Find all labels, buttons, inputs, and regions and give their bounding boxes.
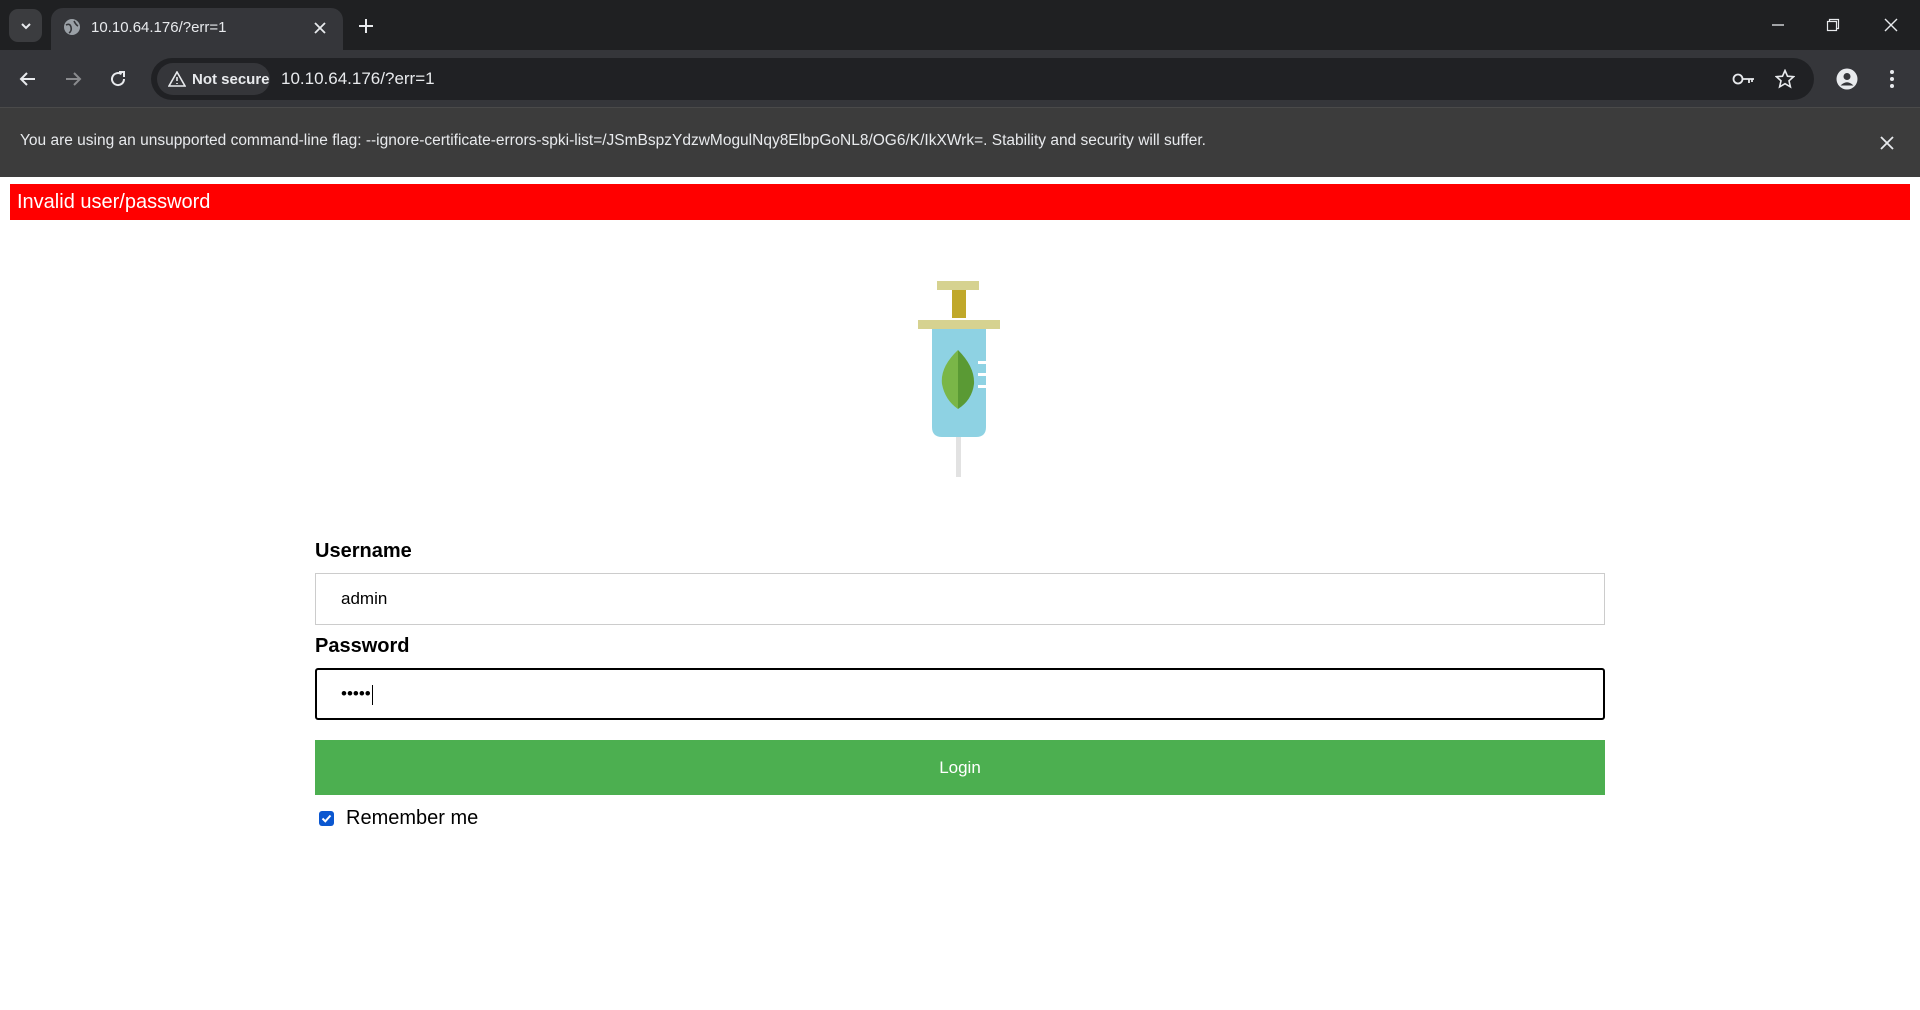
tab-strip: 10.10.64.176/?err=1 <box>0 0 1920 50</box>
close-icon <box>1880 136 1894 150</box>
key-icon <box>1732 73 1754 85</box>
plus-icon <box>359 19 373 33</box>
back-button[interactable] <box>12 63 44 95</box>
password-value: ••••• <box>341 684 371 703</box>
unsupported-flag-infobar: You are using an unsupported command-lin… <box>0 107 1920 177</box>
address-bar[interactable]: Not secure 10.10.64.176/?err=1 <box>151 58 1814 100</box>
error-banner: Invalid user/password <box>10 184 1910 220</box>
close-window-button[interactable] <box>1875 10 1907 40</box>
remember-me-checkbox[interactable] <box>319 810 334 826</box>
restore-icon <box>1826 18 1840 32</box>
tab-search-button[interactable] <box>9 9 42 42</box>
reload-icon <box>111 71 126 87</box>
username-input[interactable]: admin <box>315 573 1605 625</box>
infobar-close-button[interactable] <box>1874 130 1900 156</box>
remember-me-row: Remember me <box>319 806 478 830</box>
reload-button[interactable] <box>102 63 134 95</box>
checkmark-icon <box>321 814 332 823</box>
profile-icon <box>1836 68 1858 90</box>
minimize-button[interactable] <box>1762 10 1794 40</box>
username-label: Username <box>315 540 412 562</box>
browser-tab[interactable]: 10.10.64.176/?err=1 <box>51 8 343 50</box>
forward-button[interactable] <box>57 63 89 95</box>
infobar-message: You are using an unsupported command-lin… <box>20 132 1206 149</box>
close-icon <box>314 22 326 34</box>
restore-button[interactable] <box>1817 10 1849 40</box>
chevron-down-icon <box>20 22 31 29</box>
password-label: Password <box>315 635 410 657</box>
syringe-leaf-logo <box>918 281 1000 477</box>
login-button[interactable]: Login <box>315 740 1605 795</box>
new-tab-button[interactable] <box>354 14 378 38</box>
url-text[interactable]: 10.10.64.176/?err=1 <box>281 69 435 89</box>
menu-dots-icon <box>1890 70 1894 88</box>
password-input[interactable]: ••••• <box>315 668 1605 720</box>
browser-toolbar: Not secure 10.10.64.176/?err=1 <box>0 50 1920 107</box>
minimize-icon <box>1772 24 1784 26</box>
text-caret <box>371 684 373 705</box>
close-icon <box>1884 18 1898 32</box>
warning-icon <box>168 71 186 87</box>
remember-me-label[interactable]: Remember me <box>346 807 478 830</box>
bookmark-button[interactable] <box>1773 67 1797 91</box>
tab-title: 10.10.64.176/?err=1 <box>91 19 227 36</box>
password-key-button[interactable] <box>1732 67 1756 91</box>
security-chip[interactable]: Not secure <box>157 63 270 95</box>
security-label: Not secure <box>192 70 270 88</box>
forward-arrow-icon <box>66 72 82 86</box>
profile-button[interactable] <box>1831 63 1863 95</box>
back-arrow-icon <box>19 72 35 86</box>
tab-close-button[interactable] <box>309 17 331 39</box>
browser-menu-button[interactable] <box>1876 63 1908 95</box>
star-icon <box>1775 69 1795 89</box>
globe-icon <box>64 19 80 35</box>
